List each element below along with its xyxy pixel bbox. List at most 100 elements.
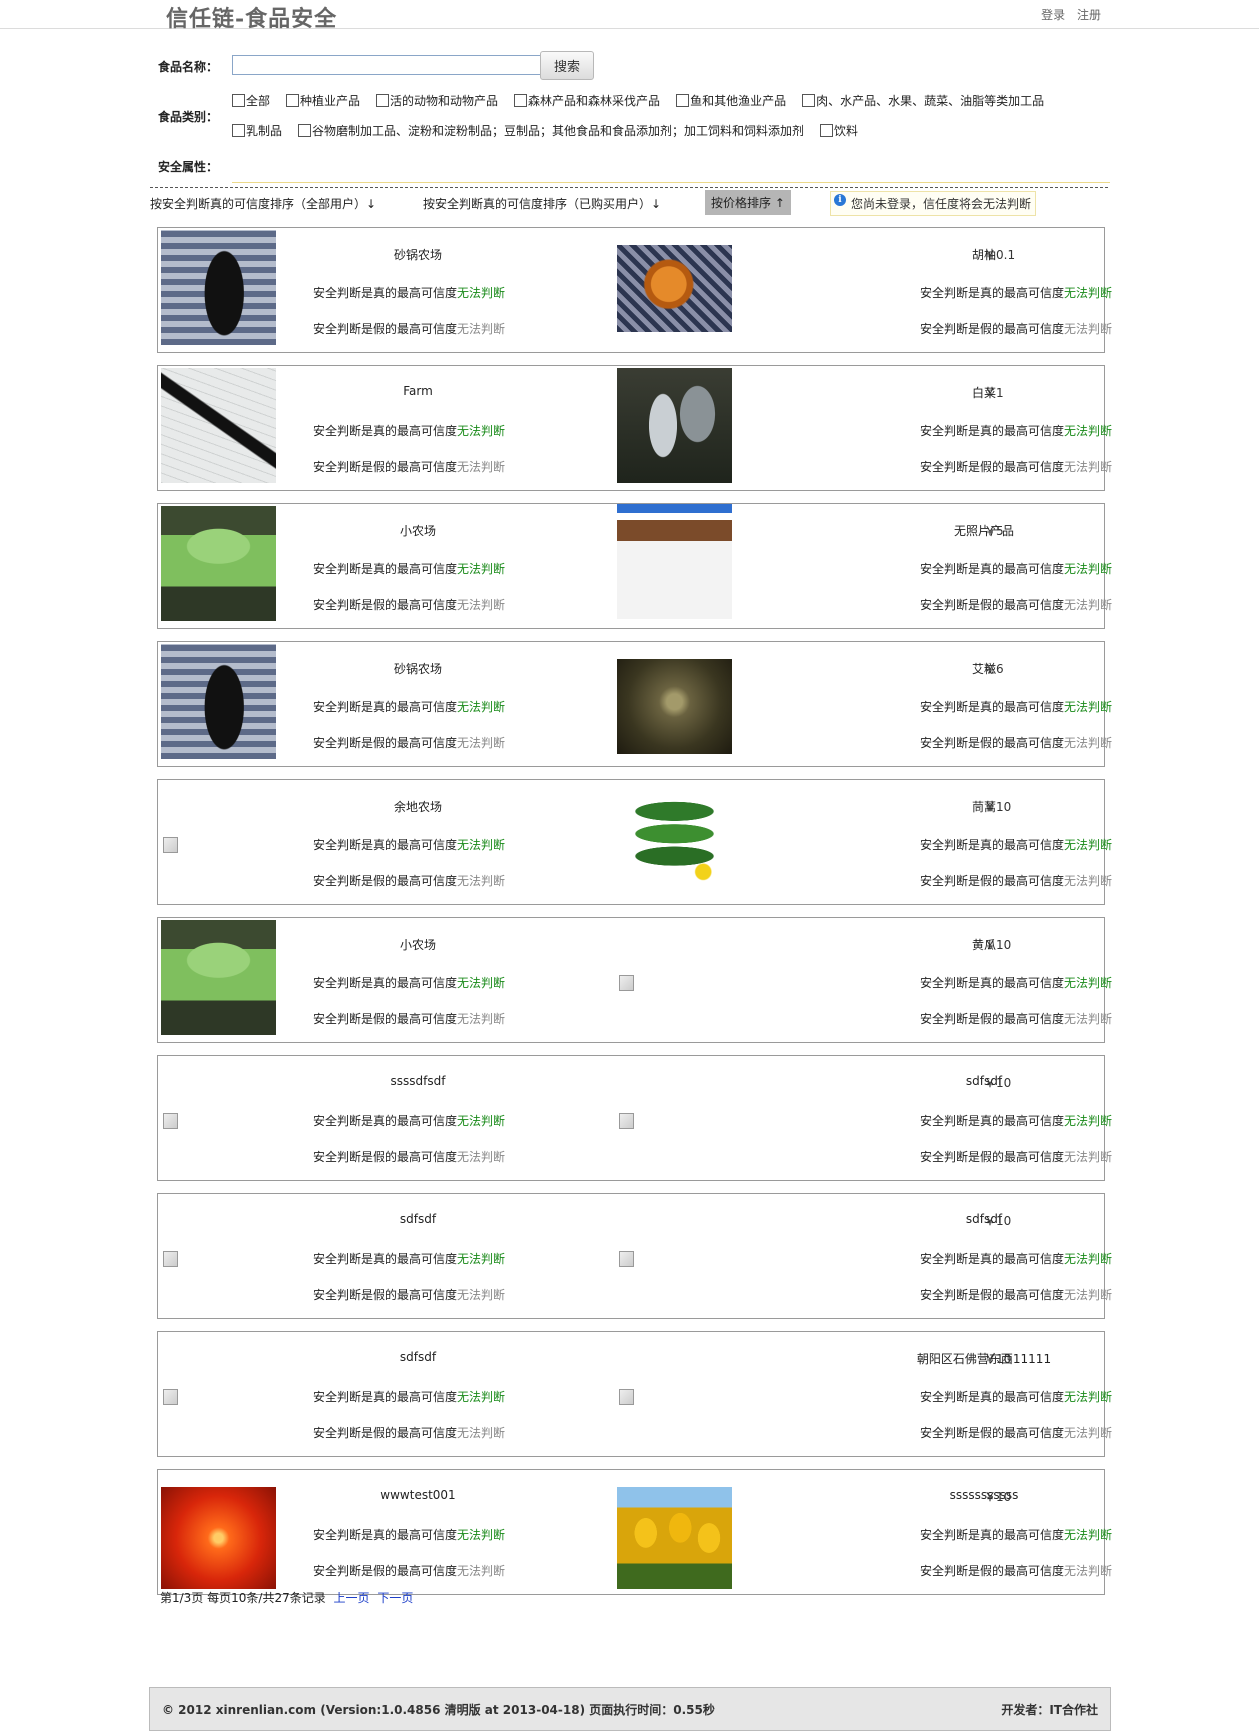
sort-trust-buyers[interactable]: 按安全判断真的可信度排序（已购买用户）↓ <box>423 195 661 212</box>
broken-image-icon[interactable] <box>617 920 732 1035</box>
trust-false-value: 无法判断 <box>457 598 506 612</box>
next-page-link[interactable]: 下一页 <box>377 1591 413 1605</box>
product-name[interactable]: 小农场 <box>400 522 436 539</box>
sort-price-button[interactable]: 按价格排序 ↑ <box>705 190 791 215</box>
sort-trust-all-users[interactable]: 按安全判断真的可信度排序（全部用户）↓ <box>150 195 376 212</box>
category-option[interactable]: 活的动物和动物产品 <box>376 92 498 109</box>
product-item[interactable]: sdfsdf 安全判断是真的最高可信度无法判断 安全判断是假的最高可信度无法判断 <box>158 1332 608 1456</box>
trust-true-line: 安全判断是真的最高可信度无法判断 <box>920 1250 1112 1267</box>
product-thumbnail[interactable] <box>617 659 732 754</box>
category-option-label: 全部 <box>246 94 271 108</box>
trust-false-value: 无法判断 <box>1064 322 1113 336</box>
product-thumbnail[interactable] <box>161 644 276 759</box>
product-list: 砂锅农场 安全判断是真的最高可信度无法判断 安全判断是假的最高可信度无法判断 胡柚 安全… <box>157 227 1112 1607</box>
product-thumbnail[interactable] <box>617 368 732 483</box>
trust-false-label: 安全判断是假的最高可信度 <box>920 874 1065 888</box>
product-name[interactable]: Farm <box>403 384 433 398</box>
product-thumbnail[interactable] <box>161 506 276 621</box>
category-checkbox[interactable] <box>286 94 300 107</box>
trust-false-value: 无法判断 <box>1064 1012 1113 1026</box>
login-link[interactable]: 登录 <box>1041 8 1065 22</box>
trust-true-line: 安全判断是真的最高可信度无法判断 <box>313 698 505 715</box>
category-option-label: 饮料 <box>834 124 859 138</box>
trust-true-label: 安全判断是真的最高可信度 <box>920 1252 1065 1266</box>
pagination: 第1/3页 每页10条/共27条记录 上一页 下一页 <box>160 1589 413 1606</box>
trust-false-label: 安全判断是假的最高可信度 <box>920 1426 1065 1440</box>
product-thumbnail[interactable] <box>161 368 276 483</box>
product-thumbnail[interactable] <box>161 230 276 345</box>
category-checkbox[interactable] <box>802 94 816 107</box>
category-option[interactable]: 肉、水产品、水果、蔬菜、油脂等类加工品 <box>802 92 1044 109</box>
category-option[interactable]: 谷物磨制加工品、淀粉和淀粉制品；豆制品；其他食品和食品添加剂；加工饲料和饲料添加… <box>298 122 804 139</box>
trust-true-line: 安全判断是真的最高可信度无法判断 <box>920 284 1112 301</box>
trust-true-line: 安全判断是真的最高可信度无法判断 <box>920 836 1112 853</box>
prev-page-link[interactable]: 上一页 <box>334 1591 370 1605</box>
broken-image-icon[interactable] <box>161 782 276 897</box>
product-thumbnail[interactable] <box>617 504 732 619</box>
category-option[interactable]: 全部 <box>232 92 270 109</box>
product-item[interactable]: sdfsdf 安全判断是真的最高可信度无法判断 安全判断是假的最高可信度无法判断 <box>158 1194 608 1318</box>
category-checkbox[interactable] <box>232 94 245 107</box>
product-name[interactable]: 小农场 <box>400 936 436 953</box>
product-item[interactable]: 小农场 安全判断是真的最高可信度无法判断 安全判断是假的最高可信度无法判断 <box>158 504 608 628</box>
category-option-label: 鱼和其他渔业产品 <box>690 94 787 108</box>
product-thumbnail[interactable] <box>617 780 732 892</box>
trust-true-value: 无法判断 <box>1064 1390 1113 1404</box>
product-name[interactable]: ssssdfsdf <box>391 1074 446 1088</box>
broken-image-icon[interactable] <box>617 1196 732 1311</box>
search-button[interactable]: 搜索 <box>540 51 594 80</box>
trust-false-line: 安全判断是假的最高可信度无法判断 <box>313 734 505 751</box>
product-name[interactable]: sdfsdf <box>400 1350 436 1364</box>
category-row: 乳制品 谷物磨制加工品、淀粉和淀粉制品；豆制品；其他食品和食品添加剂；加工饲料和饲… <box>232 122 874 140</box>
product-item[interactable]: 砂锅农场安全判断是真的最高可信度无法判断 安全判断是假的最高可信度无法判断 <box>158 642 608 766</box>
product-thumbnail[interactable] <box>161 1487 276 1589</box>
trust-true-line: 安全判断是真的最高可信度无法判断 <box>313 1112 505 1129</box>
product-item[interactable]: 余地农场 安全判断是真的最高可信度无法判断 安全判断是假的最高可信度无法判断 <box>158 780 608 904</box>
category-checkbox[interactable] <box>676 94 690 107</box>
product-item[interactable]: Farm 安全判断是真的最高可信度无法判断 安全判断是假的最高可信度无法判断 <box>158 366 608 490</box>
info-icon: i <box>834 194 846 206</box>
broken-image-icon[interactable] <box>161 1334 276 1449</box>
category-checkbox[interactable] <box>820 124 834 137</box>
category-option[interactable]: 饮料 <box>820 122 858 139</box>
trust-false-line: 安全判断是假的最高可信度无法判断 <box>920 1148 1112 1165</box>
product-thumbnail[interactable] <box>617 245 732 332</box>
trust-false-value: 无法判断 <box>457 1564 506 1578</box>
category-checkbox[interactable] <box>376 94 390 107</box>
product-name[interactable]: 砂锅农场 <box>394 246 442 263</box>
trust-true-label: 安全判断是真的最高可信度 <box>313 286 458 300</box>
product-price: ￥10 <box>984 1352 1012 1366</box>
category-option[interactable]: 鱼和其他渔业产品 <box>676 92 786 109</box>
product-name[interactable]: 余地农场 <box>394 798 442 815</box>
product-name[interactable]: 砂锅农场 <box>394 660 442 677</box>
product-thumbnail[interactable] <box>161 920 276 1035</box>
product-item[interactable]: wwwtest001 安全判断是真的最高可信度无法判断 安全判断是假的最高可信度无法… <box>158 1470 608 1594</box>
broken-image-icon[interactable] <box>617 1334 732 1449</box>
broken-image-icon[interactable] <box>161 1196 276 1311</box>
trust-true-value: 无法判断 <box>1064 286 1113 300</box>
product-item[interactable]: 砂锅农场 安全判断是真的最高可信度无法判断 安全判断是假的最高可信度无法判断 <box>158 228 608 352</box>
product-thumbnail[interactable] <box>617 1487 732 1589</box>
product-item[interactable]: ssssdfsdf 安全判断是真的最高可信度无法判断 安全判断是假的最高可信度无法判… <box>158 1056 608 1180</box>
category-option[interactable]: 乳制品 <box>232 122 282 139</box>
category-checkbox[interactable] <box>298 124 312 137</box>
trust-false-value: 无法判断 <box>1064 1564 1113 1578</box>
product-name[interactable]: wwwtest001 <box>380 1488 455 1502</box>
food-name-input[interactable] <box>232 55 542 75</box>
broken-image-icon[interactable] <box>617 1058 732 1173</box>
register-link[interactable]: 注册 <box>1077 8 1101 22</box>
category-checkbox[interactable] <box>514 94 528 107</box>
category-option[interactable]: 种植业产品 <box>286 92 360 109</box>
trust-false-line: 安全判断是假的最高可信度无法判断 <box>313 1562 505 1579</box>
category-checkbox[interactable] <box>232 124 245 137</box>
trust-false-line: 安全判断是假的最高可信度无法判断 <box>920 596 1112 613</box>
trust-false-line: 安全判断是假的最高可信度无法判断 <box>313 320 505 337</box>
trust-true-line: 安全判断是真的最高可信度无法判断 <box>313 1526 505 1543</box>
product-name[interactable]: sdfsdf <box>400 1212 436 1226</box>
broken-image-icon[interactable] <box>161 1058 276 1173</box>
trust-true-label: 安全判断是真的最高可信度 <box>920 1528 1065 1542</box>
category-option[interactable]: 森林产品和森林采伐产品 <box>514 92 660 109</box>
trust-true-line: 安全判断是真的最高可信度无法判断 <box>920 422 1112 439</box>
product-item[interactable]: 小农场 安全判断是真的最高可信度无法判断 安全判断是假的最高可信度无法判断 <box>158 918 608 1042</box>
trust-true-value: 无法判断 <box>1064 1528 1113 1542</box>
